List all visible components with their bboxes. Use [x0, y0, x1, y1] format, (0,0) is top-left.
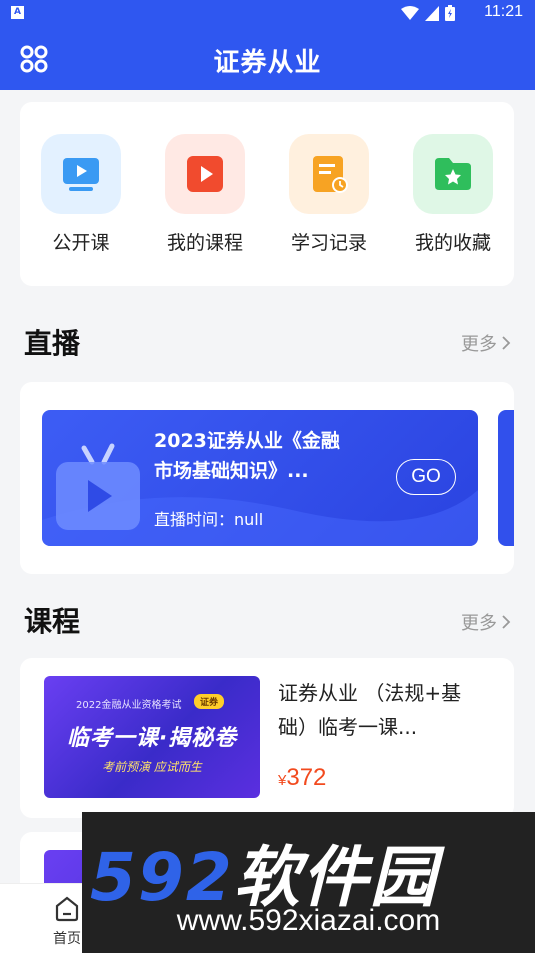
live-item[interactable]: 2023证券从业《金融市场基础知识》... 直播时间：null GO [42, 410, 478, 546]
tv-icon [56, 436, 140, 536]
quick-link-favorites[interactable]: 我的收藏 [403, 134, 503, 255]
thumb-main-text: 临考一课·揭秘卷 [66, 726, 238, 751]
price-value: 372 [286, 764, 327, 791]
course-item[interactable]: 2022金融从业资格考试 证券 临考一课·揭秘卷 考前预演 应试而生 证券从业 … [20, 658, 514, 818]
page-title: 证券从业 [213, 48, 322, 78]
more-label: 更多 [461, 613, 497, 634]
live-item-next-peek[interactable] [498, 410, 514, 546]
thumb-top-text: 2022金融从业资格考试 [76, 700, 182, 711]
app-bar: 证券从业 [0, 26, 535, 90]
folder-star-icon [413, 134, 493, 214]
course-price: ¥372 [278, 764, 326, 792]
quick-link-label: 公开课 [52, 232, 110, 254]
live-card: 2023证券从业《金融市场基础知识》... 直播时间：null GO [20, 382, 514, 574]
quick-link-label: 我的课程 [166, 232, 243, 254]
watermark: 592软件园 www.592xiazai.com [82, 812, 535, 953]
course-section-title: 课程 [24, 605, 81, 638]
quick-link-label: 学习记录 [290, 232, 367, 254]
chevron-right-icon [502, 336, 511, 350]
course-title: 证券从业 （法规+基础）临考一课... [278, 681, 462, 739]
home-icon [55, 896, 79, 922]
live-section-title: 直播 [24, 327, 81, 360]
live-time-value: null [234, 510, 264, 529]
course-more-link[interactable]: 更多 [461, 609, 511, 635]
play-icon [165, 134, 245, 214]
more-label: 更多 [461, 334, 497, 355]
status-icons [401, 5, 455, 21]
notification-badge: A [11, 6, 24, 19]
chevron-right-icon [502, 615, 511, 629]
record-clock-icon [289, 134, 369, 214]
quick-link-my-courses[interactable]: 我的课程 [155, 134, 255, 255]
watermark-url: www.592xiazai.com [176, 904, 441, 937]
live-time: 直播时间：null [154, 506, 263, 530]
thumb-tag: 证券 [194, 694, 225, 709]
wifi-icon [401, 5, 419, 20]
live-title: 2023证券从业《金融市场基础知识》... [154, 430, 340, 482]
live-time-label: 直播时间： [154, 510, 235, 529]
signal-icon [425, 5, 439, 21]
course-thumbnail: 2022金融从业资格考试 证券 临考一课·揭秘卷 考前预演 应试而生 [44, 676, 260, 798]
status-bar: A 11:21 [0, 0, 535, 26]
clock: 11:21 [484, 3, 523, 20]
quick-link-public-class[interactable]: 公开课 [31, 134, 131, 255]
quick-link-label: 我的收藏 [414, 232, 491, 254]
battery-icon [445, 5, 455, 21]
quick-links-card: 公开课 我的课程 学习记录 我的收藏 [20, 102, 514, 286]
quick-link-study-records[interactable]: 学习记录 [279, 134, 379, 255]
go-button[interactable]: GO [396, 459, 456, 495]
thumb-sub-text: 考前预演 应试而生 [102, 760, 202, 774]
live-more-link[interactable]: 更多 [461, 330, 511, 356]
video-screen-icon [41, 134, 121, 214]
